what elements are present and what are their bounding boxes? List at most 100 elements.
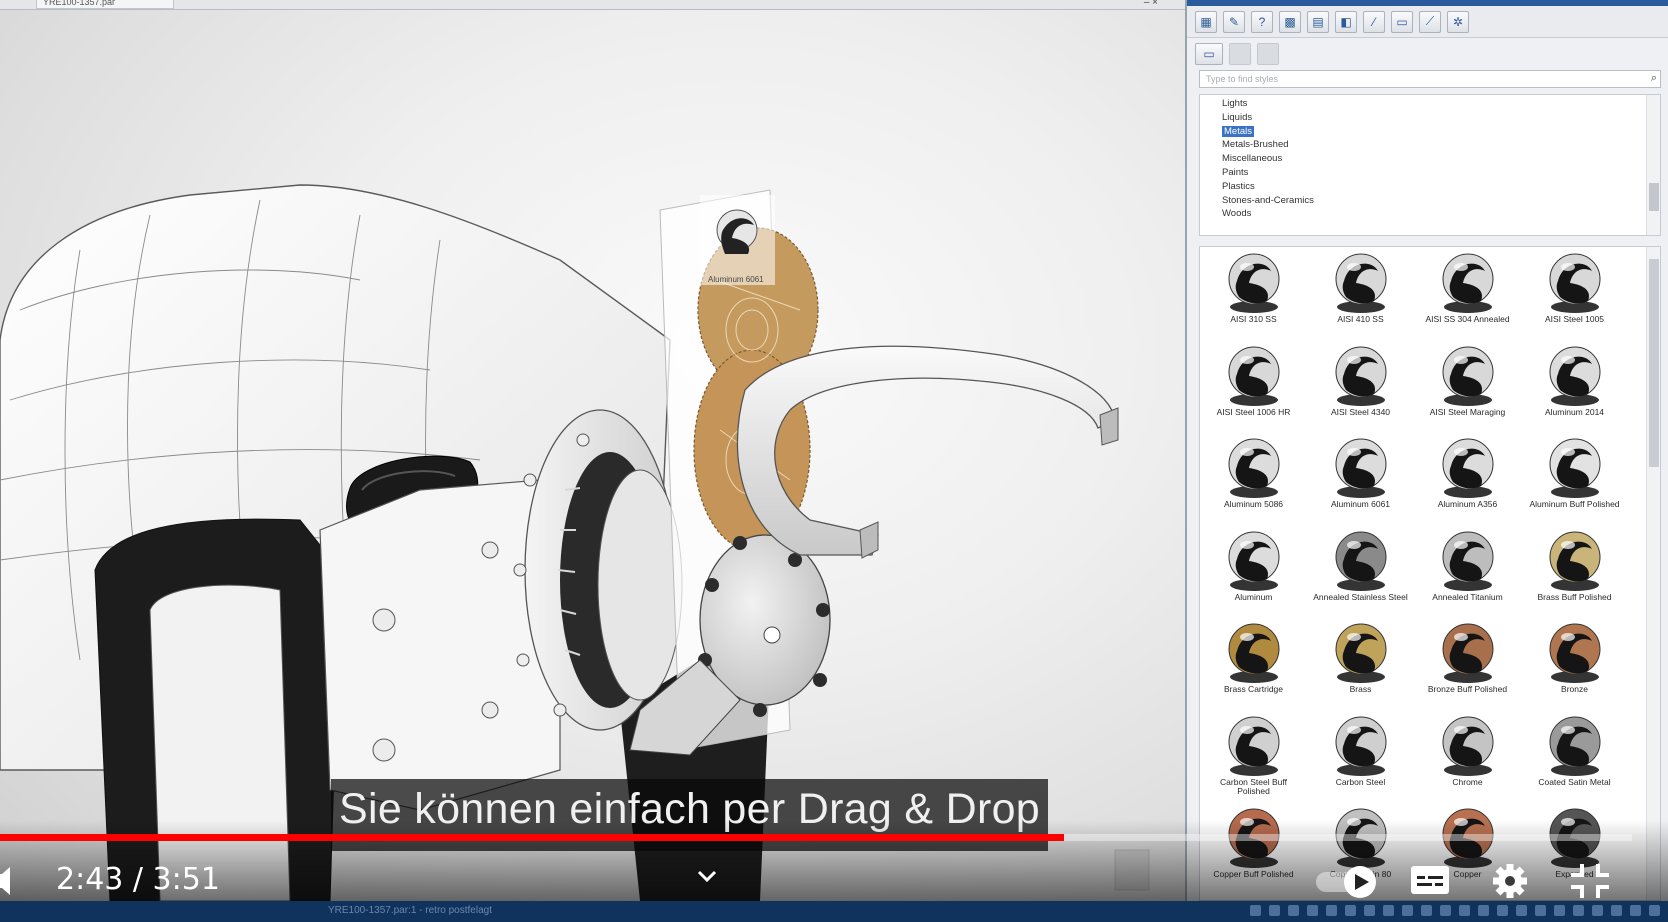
category-label: Metals-Brushed: [1222, 139, 1289, 151]
settings-gear-icon[interactable]: [1488, 862, 1532, 900]
texture-icon[interactable]: ▩: [1279, 10, 1301, 33]
eyedropper-icon[interactable]: ⁄: [1363, 10, 1385, 33]
material-label: Brass Cartridge: [1223, 684, 1284, 694]
material-swatch[interactable]: Coated Satin Metal: [1521, 712, 1628, 805]
material-sphere-icon: [1332, 249, 1390, 315]
category-item[interactable]: Woods: [1222, 207, 1314, 221]
category-label: Stones-and-Ceramics: [1222, 194, 1314, 206]
material-swatch[interactable]: Brass: [1307, 619, 1414, 712]
material-swatch[interactable]: AISI 310 SS: [1200, 249, 1307, 342]
material-label: Aluminum 5086: [1223, 499, 1284, 509]
category-label: Liquids: [1222, 111, 1253, 123]
material-sphere-icon: [1439, 619, 1497, 685]
material-swatch[interactable]: AISI Steel 1005: [1521, 249, 1628, 342]
disabled-button-icon: [1229, 43, 1251, 65]
material-swatch[interactable]: AISI Steel 4340: [1307, 342, 1414, 435]
category-item[interactable]: Liquids: [1222, 111, 1314, 125]
material-sphere-icon: [1546, 434, 1604, 500]
material-swatch[interactable]: Bronze Buff Polished: [1414, 619, 1521, 712]
material-sphere-icon: [1546, 619, 1604, 685]
material-swatch[interactable]: Aluminum Buff Polished: [1521, 434, 1628, 527]
window-controls[interactable]: – ×: [1144, 0, 1158, 8]
material-swatch[interactable]: Bronze: [1521, 619, 1628, 712]
view-mode-icon[interactable]: ▭: [1195, 43, 1223, 65]
material-label: Bronze: [1561, 684, 1588, 694]
grid-view-icon[interactable]: ▤: [1307, 10, 1329, 33]
subtitles-cc-icon[interactable]: [1408, 862, 1452, 898]
material-label: AISI 310 SS: [1230, 314, 1277, 324]
material-label: AISI Steel 1006 HR: [1216, 406, 1291, 417]
material-swatch[interactable]: AISI Steel 1006 HR: [1200, 342, 1307, 435]
category-scrollbar[interactable]: [1646, 95, 1660, 235]
material-sphere-icon: [1332, 342, 1390, 408]
help-icon[interactable]: ?: [1251, 10, 1273, 33]
material-swatch[interactable]: Aluminum 6061: [1307, 434, 1414, 527]
search-icon[interactable]: ⌕: [1651, 72, 1657, 85]
system-tray: [1250, 905, 1668, 916]
category-label: Woods: [1222, 208, 1252, 220]
material-swatch[interactable]: Aluminum A356: [1414, 434, 1521, 527]
material-swatch[interactable]: Chrome: [1414, 712, 1521, 805]
material-swatch[interactable]: Brass Buff Polished: [1521, 527, 1628, 620]
drag-tooltip-label: Aluminum 6061: [708, 275, 764, 284]
material-sphere-icon: [1546, 527, 1604, 593]
apply-style-icon[interactable]: ▦: [1195, 10, 1217, 33]
video-progress-played: [0, 834, 1065, 841]
category-item[interactable]: Paints: [1222, 166, 1314, 180]
material-sphere-icon: [1332, 712, 1390, 778]
material-sphere-icon: [1439, 434, 1497, 500]
material-swatch[interactable]: Aluminum: [1200, 527, 1307, 620]
category-label: Metals: [1222, 125, 1254, 137]
category-item[interactable]: Metals: [1222, 125, 1314, 139]
gallery-scrollbar[interactable]: [1646, 247, 1660, 900]
material-swatch[interactable]: Carbon Steel Buff Polished: [1200, 712, 1307, 805]
material-sphere-icon: [1332, 619, 1390, 685]
material-sphere-icon: [1225, 434, 1283, 500]
video-time-display: 2:43 / 3:51: [56, 862, 220, 897]
style-search-input[interactable]: Type to find styles ⌕: [1199, 70, 1661, 88]
material-swatch[interactable]: Annealed Stainless Steel: [1307, 527, 1414, 620]
material-sphere-icon: [1332, 527, 1390, 593]
material-swatch[interactable]: AISI SS 304 Annealed: [1414, 249, 1521, 342]
category-item[interactable]: Miscellaneous: [1222, 152, 1314, 166]
autoplay-toggle[interactable]: [1316, 866, 1396, 898]
material-sphere-icon: [1332, 434, 1390, 500]
preview-icon[interactable]: ▭: [1391, 10, 1413, 33]
material-label: AISI Steel Maraging: [1429, 406, 1506, 417]
material-swatch[interactable]: Aluminum 5086: [1200, 434, 1307, 527]
settings-gear-icon[interactable]: ✲: [1447, 10, 1469, 33]
volume-icon[interactable]: [0, 864, 18, 898]
material-swatch[interactable]: Brass Cartridge: [1200, 619, 1307, 712]
material-label: Brass Buff Polished: [1537, 591, 1612, 602]
category-item[interactable]: Stones-and-Ceramics: [1222, 194, 1314, 208]
material-swatch[interactable]: AISI Steel Maraging: [1414, 342, 1521, 435]
material-label: Annealed Titanium: [1432, 591, 1503, 602]
chart-icon[interactable]: ⟋: [1419, 10, 1441, 33]
material-swatch-gallery[interactable]: AISI 310 SS AISI 410 SS AISI SS 304 Anneal…: [1199, 246, 1661, 901]
material-label: Aluminum 6061: [1330, 499, 1391, 509]
material-label: AISI Steel 4340: [1330, 406, 1391, 417]
category-item[interactable]: Lights: [1222, 97, 1314, 111]
material-label: Brass: [1349, 684, 1372, 694]
material-swatch[interactable]: Annealed Titanium: [1414, 527, 1521, 620]
category-label: Paints: [1222, 166, 1249, 178]
status-text: YRE100-1357.par:1 - retro postfelagt: [328, 905, 492, 916]
category-item[interactable]: Metals-Brushed: [1222, 138, 1314, 152]
chevron-down-icon[interactable]: [693, 862, 721, 890]
status-taskbar: YRE100-1357.par:1 - retro postfelagt: [0, 901, 1668, 922]
document-tab[interactable]: YRE100-1357.par: [36, 0, 174, 9]
material-label: Carbon Steel Buff Polished: [1220, 776, 1287, 796]
cad-viewport[interactable]: Aluminum 6061: [0, 10, 1185, 901]
material-sphere-icon: [1546, 712, 1604, 778]
material-sphere-icon: [1439, 249, 1497, 315]
material-swatch[interactable]: Carbon Steel: [1307, 712, 1414, 805]
exit-fullscreen-icon[interactable]: [1568, 862, 1612, 900]
color-icon[interactable]: ◧: [1335, 10, 1357, 33]
category-item[interactable]: Plastics: [1222, 180, 1314, 194]
style-category-list[interactable]: Lights Liquids Metals Metals-Brushed Miscell…: [1199, 94, 1661, 236]
video-progress-bar[interactable]: [0, 834, 1632, 841]
category-label: Lights: [1222, 98, 1248, 109]
material-swatch[interactable]: AISI 410 SS: [1307, 249, 1414, 342]
paint-brush-icon[interactable]: ✎: [1223, 10, 1245, 33]
material-swatch[interactable]: Aluminum 2014: [1521, 342, 1628, 435]
